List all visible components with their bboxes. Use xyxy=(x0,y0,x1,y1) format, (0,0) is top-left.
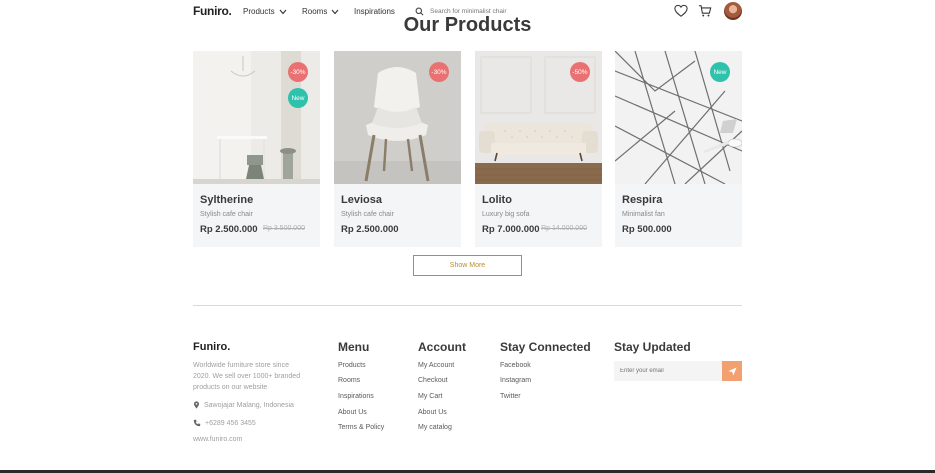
new-badge: New xyxy=(288,88,308,108)
footer-link-about-us-2[interactable]: About Us xyxy=(418,409,447,416)
product-price: Rp 2.500.000 xyxy=(200,224,258,235)
product-card[interactable]: -30% New Syltherine Stylish cafe chair R… xyxy=(193,51,320,247)
search-input[interactable] xyxy=(430,7,570,15)
product-card[interactable]: New Respira Minimalist fan Rp 500.000 xyxy=(615,51,742,247)
footer-about: Worldwide furniture store since 2020. We… xyxy=(193,362,301,391)
product-description: Stylish cafe chair xyxy=(200,211,253,218)
send-icon xyxy=(727,366,737,376)
nav-rooms-label: Rooms xyxy=(302,7,328,16)
phone-icon xyxy=(193,419,201,427)
footer-website-text[interactable]: www.funiro.com xyxy=(193,436,242,443)
footer-link-my-catalog[interactable]: My catalog xyxy=(418,424,452,431)
chevron-down-icon xyxy=(279,9,286,14)
search-icon[interactable] xyxy=(415,7,424,16)
chevron-down-icon xyxy=(331,9,339,14)
product-old-price: Rp 14.000.000 xyxy=(541,225,587,232)
discount-badge: -50% xyxy=(570,62,590,82)
footer-account-title: Account xyxy=(418,340,466,354)
footer-link-my-cart[interactable]: My Cart xyxy=(418,393,443,400)
product-name: Leviosa xyxy=(341,194,382,206)
footer-link-twitter[interactable]: Twitter xyxy=(500,393,521,400)
product-price: Rp 500.000 xyxy=(622,224,672,235)
footer-link-about-us[interactable]: About Us xyxy=(338,409,367,416)
footer-website[interactable]: www.funiro.com xyxy=(193,436,242,443)
top-navbar: Funiro. Products Rooms Inspirations xyxy=(0,0,935,24)
footer-link-instagram[interactable]: Instagram xyxy=(500,377,531,384)
nav-products[interactable]: Products xyxy=(243,7,287,16)
footer-logo[interactable]: Funiro. xyxy=(193,341,230,353)
discount-badge: -30% xyxy=(288,62,308,82)
footer-link-products[interactable]: Products xyxy=(338,362,366,369)
logo[interactable]: Funiro. xyxy=(193,4,232,18)
product-description: Minimalist fan xyxy=(622,211,665,218)
product-card[interactable]: -50% Lolito Luxury big sofa Rp 7.000.000… xyxy=(475,51,602,247)
nav-rooms[interactable]: Rooms xyxy=(302,7,339,16)
footer-social-title: Stay Connected xyxy=(500,340,591,354)
footer-link-facebook[interactable]: Facebook xyxy=(500,362,531,369)
footer-link-terms[interactable]: Terms & Policy xyxy=(338,424,384,431)
product-name: Lolito xyxy=(482,194,512,206)
location-pin-icon xyxy=(193,401,200,409)
nav-inspirations[interactable]: Inspirations xyxy=(354,7,395,16)
footer-link-my-account[interactable]: My Account xyxy=(418,362,454,369)
footer-phone: +6289 456 3455 xyxy=(193,419,256,427)
product-description: Stylish cafe chair xyxy=(341,211,394,218)
avatar[interactable] xyxy=(724,2,742,20)
product-card[interactable]: -30% Leviosa Stylish cafe chair Rp 2.500… xyxy=(334,51,461,247)
footer-address-text: Sawojajar Malang, Indonesia xyxy=(204,401,294,409)
footer-address: Sawojajar Malang, Indonesia xyxy=(193,401,294,409)
new-badge: New xyxy=(710,62,730,82)
discount-badge: -30% xyxy=(429,62,449,82)
product-description: Luxury big sofa xyxy=(482,211,530,218)
nav-inspirations-label: Inspirations xyxy=(354,7,395,16)
footer-phone-text: +6289 456 3455 xyxy=(205,419,256,427)
nav-products-label: Products xyxy=(243,7,275,16)
newsletter-email-input[interactable] xyxy=(614,361,722,381)
footer-menu-title: Menu xyxy=(338,340,370,354)
show-more-button[interactable]: Show More xyxy=(413,255,522,276)
product-name: Respira xyxy=(622,194,663,206)
divider xyxy=(193,305,742,306)
product-price: Rp 2.500.000 xyxy=(341,224,399,235)
newsletter-form xyxy=(614,361,742,381)
heart-icon[interactable] xyxy=(674,4,688,18)
footer-newsletter-title: Stay Updated xyxy=(614,340,691,354)
footer-link-checkout[interactable]: Checkout xyxy=(418,377,448,384)
product-name: Syltherine xyxy=(200,194,254,206)
newsletter-send-button[interactable] xyxy=(722,361,742,381)
product-price: Rp 7.000.000 xyxy=(482,224,540,235)
product-old-price: Rp 3.500.000 xyxy=(262,225,305,232)
footer-link-inspirations[interactable]: Inspirations xyxy=(338,393,374,400)
cart-icon[interactable] xyxy=(698,4,712,18)
search-bar xyxy=(415,4,585,18)
footer-link-rooms[interactable]: Rooms xyxy=(338,377,360,384)
